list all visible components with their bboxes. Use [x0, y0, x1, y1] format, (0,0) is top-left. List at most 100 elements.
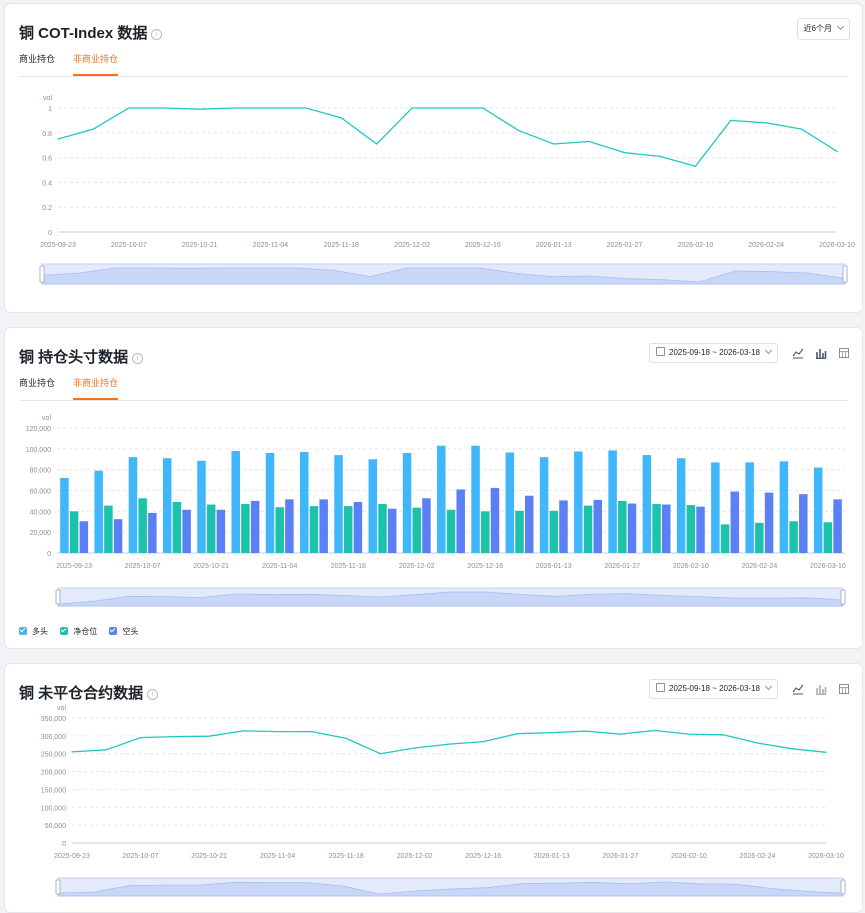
x-tick-label: 2025-10-07	[123, 853, 159, 860]
tab-commercial[interactable]: 商业持仓	[19, 52, 55, 74]
table-icon[interactable]	[838, 347, 850, 359]
x-tick-label: 2026-03-10	[808, 853, 844, 860]
data-point	[659, 155, 661, 157]
position-title-text: 铜 持仓头寸数据	[19, 349, 129, 366]
data-point	[654, 729, 656, 732]
bar-net	[309, 506, 319, 553]
date-range-picker[interactable]: 2025-09-18 ~ 2026-03-18	[649, 679, 778, 699]
data-point	[71, 751, 73, 753]
legend-net[interactable]: 净仓位	[60, 626, 97, 637]
data-point	[722, 734, 724, 736]
bar-net	[104, 505, 113, 553]
bar-short	[764, 492, 774, 553]
bar-short	[422, 498, 431, 553]
data-point	[411, 107, 413, 109]
x-tick-label: 2026-02-24	[748, 242, 784, 249]
bar-long	[574, 451, 583, 553]
data-point	[269, 107, 272, 109]
checkbox-icon	[60, 627, 69, 635]
data-point	[623, 152, 626, 154]
y-tick-label: 0	[47, 551, 51, 558]
bar-long	[505, 452, 515, 553]
bar-net	[446, 509, 456, 553]
bar-net	[378, 504, 387, 553]
bar-net	[618, 500, 627, 553]
bar-net	[686, 505, 696, 553]
bar-short	[353, 501, 363, 553]
x-tick-label: 2025-12-16	[465, 853, 501, 860]
info-icon[interactable]: i	[132, 353, 144, 364]
data-point	[482, 107, 484, 109]
x-tick-label: 2026-01-13	[536, 242, 572, 249]
data-point	[234, 107, 236, 109]
bar-short	[113, 519, 123, 553]
data-point	[92, 128, 95, 130]
y-tick-label: 0.4	[42, 180, 52, 187]
y-tick-label: 1	[48, 106, 52, 113]
tab-non-commercial[interactable]: 非商业持仓	[73, 52, 119, 76]
table-icon[interactable]	[838, 683, 850, 695]
data-point	[139, 737, 142, 739]
bar-net	[481, 511, 490, 553]
bar-long	[539, 457, 549, 553]
line-chart-icon[interactable]	[792, 347, 804, 359]
x-tick-label: 2025-09-23	[40, 242, 76, 249]
datazoom-slider[interactable]	[5, 260, 862, 288]
bar-chart-icon[interactable]	[815, 347, 827, 359]
bar-long	[128, 457, 138, 553]
x-tick-label: 2026-02-10	[671, 853, 707, 860]
data-point	[414, 747, 416, 749]
y-tick-label: 100,000	[26, 447, 51, 454]
range-select[interactable]: 近6个月	[796, 18, 850, 40]
y-tick-label: 200,000	[41, 770, 66, 777]
x-tick-label: 2025-11-18	[324, 242, 359, 249]
bar-long	[231, 450, 240, 553]
y-axis-unit: vol	[43, 95, 52, 102]
x-tick-label: 2025-10-07	[125, 563, 161, 570]
data-point	[311, 730, 313, 733]
y-tick-label: 80,000	[30, 468, 52, 475]
x-tick-label: 2025-09-23	[54, 853, 90, 860]
bar-chart-icon[interactable]	[815, 683, 827, 695]
datazoom-slider[interactable]	[5, 874, 862, 900]
cot-index-title: 铜 COT-Index 数据 i	[19, 22, 163, 43]
y-tick-label: 100,000	[41, 805, 66, 812]
open-interest-title: 铜 未平仓合约数据 i	[19, 682, 159, 703]
data-point	[305, 107, 307, 109]
open-interest-title-text: 铜 未平仓合约数据	[19, 685, 144, 702]
calendar-icon	[656, 347, 666, 356]
legend-long[interactable]: 多头	[19, 626, 48, 637]
tab-commercial[interactable]: 商业持仓	[19, 376, 55, 398]
bar-long	[402, 453, 412, 553]
y-tick-label: 40,000	[30, 509, 52, 516]
data-point	[345, 737, 347, 739]
bar-long	[745, 462, 754, 553]
x-tick-label: 2026-03-10	[810, 563, 846, 570]
date-range-picker[interactable]: 2025-09-18 ~ 2026-03-18	[649, 343, 778, 363]
bar-long	[642, 455, 652, 553]
x-tick-label: 2025-11-04	[253, 242, 288, 249]
tab-non-commercial[interactable]: 非商业持仓	[73, 376, 119, 400]
data-point	[553, 143, 555, 145]
cot-index-title-text: 铜 COT-Index 数据	[19, 25, 148, 42]
data-point	[517, 129, 519, 131]
data-point	[340, 117, 342, 119]
info-icon[interactable]: i	[147, 689, 159, 700]
y-tick-label: 0.6	[42, 156, 52, 163]
x-tick-label: 2025-12-02	[394, 242, 430, 249]
legend-net-label: 净仓位	[73, 627, 98, 636]
x-tick-label: 2025-10-21	[191, 853, 227, 860]
data-point	[694, 165, 696, 167]
legend-short[interactable]: 空头	[109, 626, 138, 637]
x-tick-label: 2026-01-13	[534, 853, 570, 860]
datazoom-slider[interactable]	[5, 584, 862, 612]
bar-long	[779, 461, 789, 553]
bar-long	[711, 462, 720, 553]
info-icon[interactable]: i	[151, 29, 163, 40]
y-tick-label: 20,000	[30, 530, 52, 537]
zoom-handle-left	[55, 879, 61, 895]
y-tick-label: 0.8	[42, 131, 52, 138]
line-chart-icon[interactable]	[792, 683, 804, 695]
bar-short	[216, 509, 226, 553]
bar-short	[456, 489, 465, 553]
